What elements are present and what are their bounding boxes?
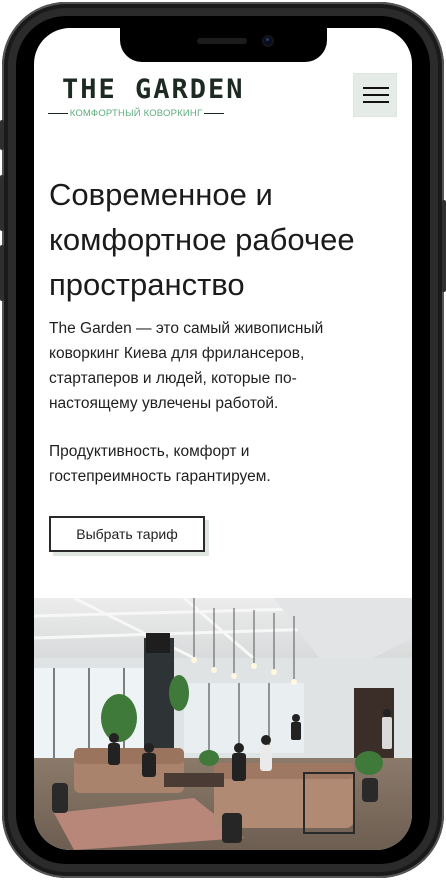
hero-headline: Современное и комфортное рабочее простра…: [49, 177, 355, 302]
brand-logo[interactable]: THE GARDEN КОМФОРТНЫЙ КОВОРКИНГ: [48, 74, 243, 120]
brand-title: THE GARDEN: [62, 74, 245, 105]
phone-notch: [120, 28, 327, 62]
brand-subtitle: КОМФОРТНЫЙ КОВОРКИНГ: [69, 108, 203, 119]
volume-up-button: [0, 175, 4, 231]
phone-screen: THE GARDEN КОМФОРТНЫЙ КОВОРКИНГ Современ…: [34, 28, 412, 850]
coworking-photo: [34, 598, 412, 850]
earpiece-speaker: [197, 38, 247, 44]
hero-description: The Garden — это самый живописный коворк…: [49, 320, 324, 412]
hamburger-menu-button[interactable]: [353, 73, 397, 117]
volume-down-button: [0, 245, 4, 301]
cta-container: Выбрать тариф: [49, 516, 209, 556]
mute-switch: [0, 120, 4, 150]
front-camera: [262, 35, 274, 47]
hero-guarantee-text: Продуктивность, комфорт и гостепреимност…: [49, 443, 271, 485]
logo-line-right: [204, 113, 224, 114]
choose-plan-button[interactable]: Выбрать тариф: [49, 516, 205, 552]
power-button: [442, 200, 446, 292]
